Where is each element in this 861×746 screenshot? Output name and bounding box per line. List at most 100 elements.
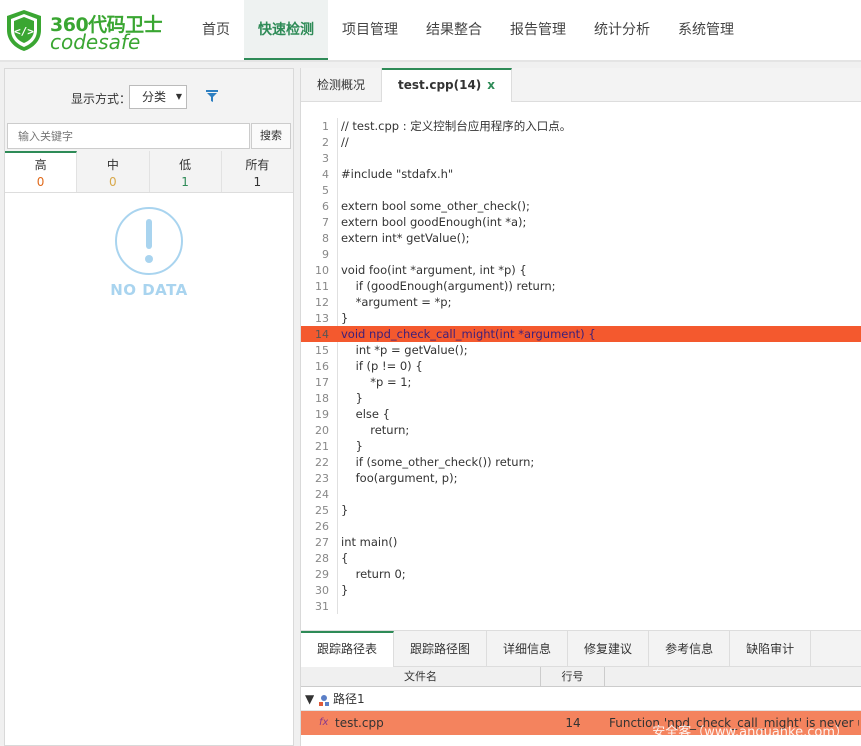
line-number: 24: [315, 488, 329, 501]
code-line[interactable]: 4 #include "stdafx.h": [301, 166, 861, 182]
code-line[interactable]: 21 }: [301, 438, 861, 454]
code-text: int main(): [341, 535, 398, 549]
code-text: void foo(int *argument, int *p) {: [341, 263, 527, 277]
code-line[interactable]: 26: [301, 518, 861, 534]
trace-group-label: 路径1: [333, 692, 365, 706]
severity-name: 低: [179, 158, 192, 172]
trace-tab-2[interactable]: 详细信息: [487, 631, 569, 667]
code-line[interactable]: 9: [301, 246, 861, 262]
code-line[interactable]: 24: [301, 486, 861, 502]
code-line[interactable]: 16 if (p != 0) {: [301, 358, 861, 374]
line-number: 29: [315, 568, 329, 581]
code-line[interactable]: 17 *p = 1;: [301, 374, 861, 390]
brand-logo[interactable]: </> 360代码卫士 codesafe: [4, 8, 163, 54]
code-text: if (some_other_check()) return;: [341, 455, 535, 469]
editor-tab-0[interactable]: 检测概况: [301, 68, 383, 102]
line-number: 12: [315, 296, 329, 309]
line-number: 25: [315, 504, 329, 517]
exclamation-icon: [115, 207, 183, 275]
line-number: 27: [315, 536, 329, 549]
trace-tab-5[interactable]: 缺陷审计: [730, 631, 812, 667]
code-line[interactable]: 2 //: [301, 134, 861, 150]
code-line[interactable]: 14 void npd_check_call_might(int *argumen…: [301, 326, 861, 342]
code-text: extern bool goodEnough(int *a);: [341, 215, 527, 229]
code-line[interactable]: 28 {: [301, 550, 861, 566]
code-text: }: [341, 583, 349, 597]
severity-count: 1: [181, 175, 189, 189]
trace-tab-1[interactable]: 跟踪路径图: [394, 631, 488, 667]
code-line[interactable]: 3: [301, 150, 861, 166]
code-text: void npd_check_call_might(int *argument)…: [341, 327, 596, 341]
code-text: }: [341, 439, 363, 453]
line-number: 19: [315, 408, 329, 421]
display-mode-select[interactable]: 分类 ▼: [129, 85, 187, 109]
code-line[interactable]: 31: [301, 598, 861, 614]
trace-tab-3[interactable]: 修复建议: [568, 631, 650, 667]
code-line[interactable]: 1 // test.cpp : 定义控制台应用程序的入口点。: [301, 118, 861, 134]
severity-tab-3[interactable]: 所有 1: [222, 151, 293, 192]
nav-item-4[interactable]: 报告管理: [496, 0, 580, 60]
code-line[interactable]: 15 int *p = getValue();: [301, 342, 861, 358]
line-number: 7: [322, 216, 329, 229]
function-icon: fx: [319, 717, 329, 728]
code-line[interactable]: 7 extern bool goodEnough(int *a);: [301, 214, 861, 230]
code-text: foo(argument, p);: [341, 471, 458, 485]
code-line[interactable]: 10 void foo(int *argument, int *p) {: [301, 262, 861, 278]
display-mode-bar: 显示方式： 分类 ▼: [5, 69, 293, 121]
expand-toggle-icon[interactable]: ▼: [305, 687, 314, 711]
code-line[interactable]: 30}: [301, 582, 861, 598]
code-text: *argument = *p;: [341, 295, 452, 309]
code-line[interactable]: 27 int main(): [301, 534, 861, 550]
code-line[interactable]: 12 *argument = *p;: [301, 294, 861, 310]
severity-name: 所有: [245, 158, 270, 172]
editor-tab-label: test.cpp(14): [398, 78, 482, 92]
trace-group-row[interactable]: ▼ 路径1: [301, 687, 861, 711]
severity-tab-2[interactable]: 低1: [150, 151, 222, 192]
severity-tab-0[interactable]: 高0: [5, 151, 78, 192]
code-text: extern int* getValue();: [341, 231, 470, 245]
column-header-line[interactable]: 行号: [541, 667, 605, 687]
filter-icon[interactable]: [205, 89, 219, 103]
code-line[interactable]: 20 return;: [301, 422, 861, 438]
code-line[interactable]: 5: [301, 182, 861, 198]
code-line[interactable]: 6 extern bool some_other_check();: [301, 198, 861, 214]
nav-item-2[interactable]: 项目管理: [328, 0, 412, 60]
line-number: 14: [315, 328, 329, 341]
nav-item-3[interactable]: 结果整合: [412, 0, 496, 60]
nav-item-5[interactable]: 统计分析: [580, 0, 664, 60]
line-number: 16: [315, 360, 329, 373]
code-text: return;: [341, 423, 410, 437]
keyword-search-input[interactable]: [7, 123, 250, 149]
column-header-file[interactable]: 文件名: [301, 667, 541, 687]
code-line[interactable]: 11 if (goodEnough(argument)) return;: [301, 278, 861, 294]
code-line[interactable]: 25}: [301, 502, 861, 518]
code-editor[interactable]: 1 // test.cpp : 定义控制台应用程序的入口点。 2 // 3 4 #inclu…: [301, 118, 861, 614]
code-line[interactable]: 19 else {: [301, 406, 861, 422]
code-line[interactable]: 8 extern int* getValue();: [301, 230, 861, 246]
code-line[interactable]: 23 foo(argument, p);: [301, 470, 861, 486]
code-line[interactable]: 18 }: [301, 390, 861, 406]
code-line[interactable]: 22 if (some_other_check()) return;: [301, 454, 861, 470]
trace-tab-4[interactable]: 参考信息: [649, 631, 731, 667]
code-text: //: [341, 135, 349, 149]
code-text: int *p = getValue();: [341, 343, 468, 357]
nav-item-1[interactable]: 快速检测: [244, 0, 328, 60]
nav-item-0[interactable]: 首页: [188, 0, 244, 60]
line-number: 11: [315, 280, 329, 293]
line-number: 13: [315, 312, 329, 325]
code-line[interactable]: 13}: [301, 310, 861, 326]
line-number: 22: [315, 456, 329, 469]
app-header: </> 360代码卫士 codesafe 首页 快速检测 项目管理 结果整合 报告管理统…: [0, 0, 861, 62]
severity-tab-1[interactable]: 中0: [77, 151, 150, 192]
svg-text:</>: </>: [14, 25, 34, 38]
line-number: 9: [322, 248, 329, 261]
nav-item-6[interactable]: 系统管理: [664, 0, 748, 60]
trace-file: test.cpp: [335, 716, 384, 730]
search-button[interactable]: 搜索: [251, 123, 291, 149]
close-icon[interactable]: x: [487, 78, 495, 92]
code-line[interactable]: 29 return 0;: [301, 566, 861, 582]
trace-tab-0[interactable]: 跟踪路径表: [301, 631, 395, 667]
editor-tab-1[interactable]: test.cpp(14) x: [382, 68, 513, 102]
line-number: 3: [322, 152, 329, 165]
no-data-placeholder: NO DATA: [5, 207, 293, 299]
